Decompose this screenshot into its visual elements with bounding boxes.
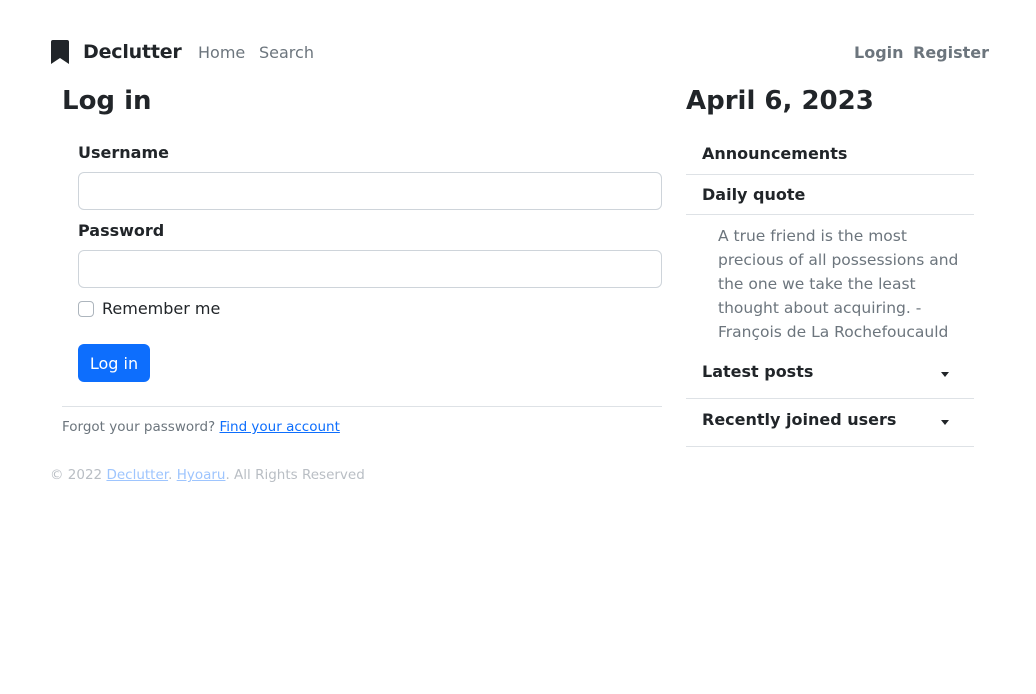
nav-home-link[interactable]: Home [198, 43, 245, 62]
page-title: Log in [62, 86, 152, 116]
latest-posts-toggle[interactable]: Latest posts [686, 351, 974, 399]
recent-users-toggle[interactable]: Recently joined users [686, 399, 974, 447]
current-date: April 6, 2023 [686, 86, 874, 116]
footer-site-link[interactable]: Declutter [106, 467, 168, 483]
remember-me-row[interactable]: Remember me [78, 299, 220, 318]
footer-author-link[interactable]: Hyoaru [177, 467, 226, 483]
brand-name: Declutter [83, 41, 182, 63]
nav-login-link[interactable]: Login [854, 43, 904, 62]
caret-down-icon [941, 420, 949, 425]
recent-users-label: Recently joined users [702, 410, 897, 429]
login-button[interactable]: Log in [78, 344, 150, 382]
bookmark-icon [51, 40, 69, 64]
announcements-label: Announcements [702, 144, 848, 163]
daily-quote-label: Daily quote [702, 185, 806, 204]
brand-link[interactable]: Declutter [51, 40, 182, 64]
announcements-item[interactable]: Announcements [686, 133, 974, 175]
daily-quote-item[interactable]: Daily quote [686, 175, 974, 215]
daily-quote-text: A true friend is the most precious of al… [718, 227, 959, 341]
forgot-password-row: Forgot your password? Find your account [62, 419, 340, 435]
username-input[interactable] [78, 172, 662, 210]
divider [62, 406, 662, 407]
navbar: Declutter Home Search Login Register [0, 0, 1036, 104]
nav-search-link[interactable]: Search [259, 43, 314, 62]
password-input[interactable] [78, 250, 662, 288]
password-label: Password [78, 221, 165, 240]
forgot-password-text: Forgot your password? [62, 419, 216, 435]
footer-copyright: © 2022 [50, 467, 103, 483]
remember-me-checkbox[interactable] [78, 300, 94, 317]
username-label: Username [78, 143, 169, 162]
find-account-link[interactable]: Find your account [219, 419, 339, 435]
remember-me-label[interactable]: Remember me [102, 299, 220, 318]
caret-down-icon [941, 372, 949, 377]
footer: © 2022 Declutter. Hyoaru. All Rights Res… [50, 467, 365, 483]
nav-register-link[interactable]: Register [913, 43, 989, 62]
latest-posts-label: Latest posts [702, 362, 814, 381]
footer-rights: . All Rights Reserved [225, 467, 365, 483]
footer-separator: . [168, 467, 173, 483]
